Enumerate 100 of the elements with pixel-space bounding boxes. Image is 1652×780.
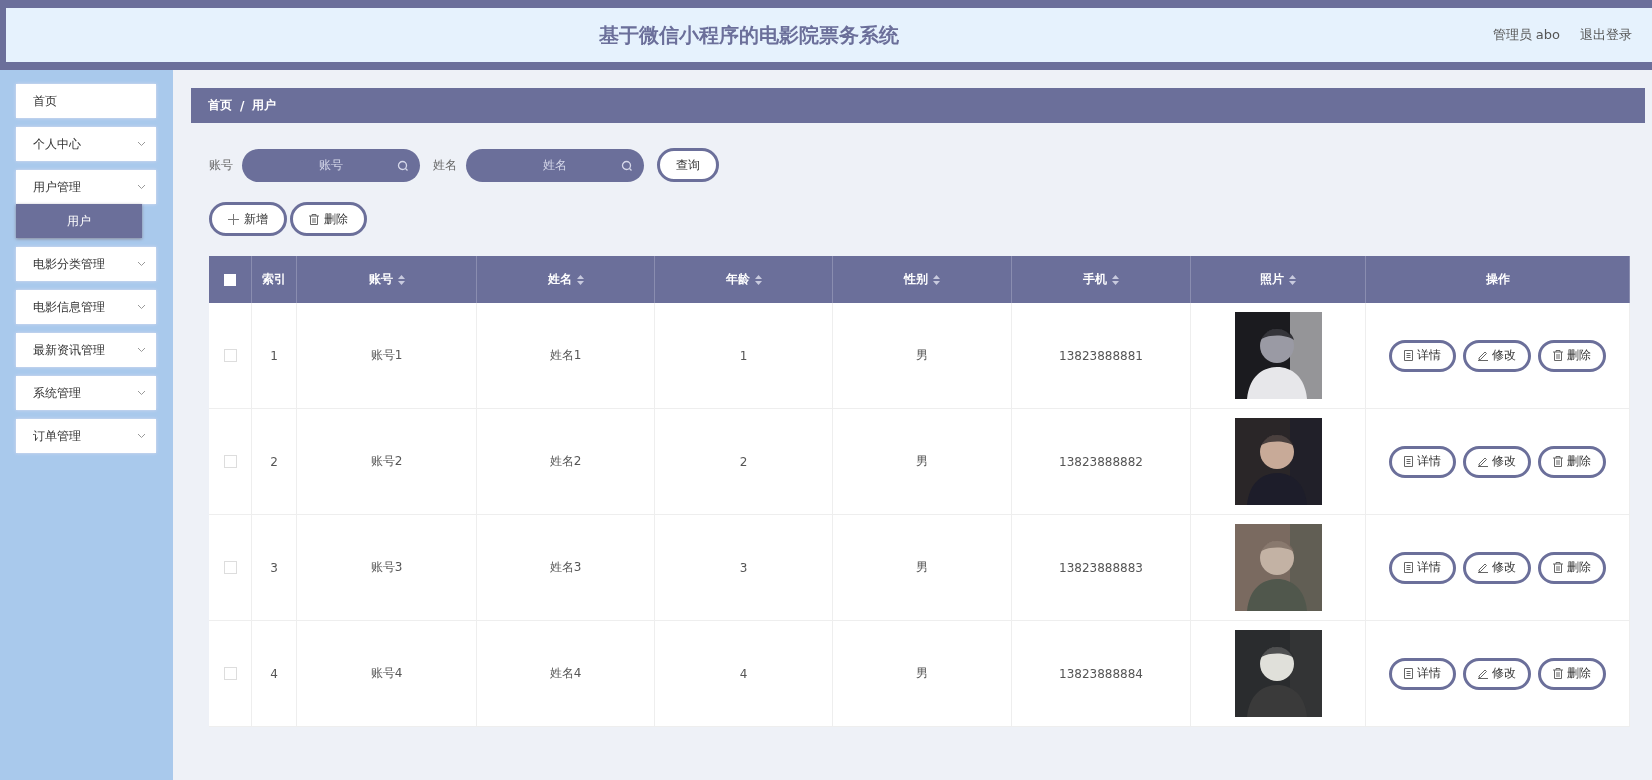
table-cell: 13823888884 [1012,621,1191,727]
select-all-checkbox[interactable] [224,273,236,286]
table-cell: 2 [252,409,297,515]
document-icon [1404,350,1413,361]
detail-button[interactable]: 详情 [1389,551,1456,584]
add-button[interactable]: 新增 [209,202,287,236]
trash-icon [1553,668,1563,679]
field-label: 账号 [209,156,233,174]
table-cell: 男 [833,515,1012,621]
table-cell: 1 [655,303,833,409]
sort-icon[interactable] [1289,274,1296,285]
sort-icon[interactable] [754,274,762,285]
sort-icon[interactable] [576,274,584,285]
column-header[interactable]: 照片 [1191,256,1366,303]
chevron-down-icon [137,184,146,190]
table-cell: 姓名3 [477,515,655,621]
table-cell: 男 [833,621,1012,727]
menu-item[interactable]: 个人中心 [16,127,156,161]
table-cell: 男 [833,409,1012,515]
column-header[interactable]: 年龄 [655,256,833,303]
table-cell: 2 [655,409,833,515]
breadcrumb-separator: / [240,98,245,113]
row-checkbox[interactable] [223,561,237,574]
sort-icon[interactable] [1112,274,1119,285]
app-title: 基于微信小程序的电影院票务系统 [598,21,901,49]
chevron-down-icon [137,261,146,267]
pencil-icon [1478,350,1488,361]
pencil-icon [1478,562,1488,573]
chevron-down-icon [137,390,146,396]
document-icon [1404,562,1413,573]
delete-button[interactable]: 删除 [290,202,367,236]
search-icon [397,159,409,172]
trash-icon [1553,350,1563,361]
field-label: 姓名 [433,156,457,174]
document-icon [1404,668,1413,679]
edit-button[interactable]: 修改 [1463,657,1531,690]
table-cell: 4 [655,621,833,727]
chevron-down-icon [137,433,146,439]
trash-icon [1553,562,1563,573]
delete-button[interactable]: 删除 [1538,657,1606,690]
menu-item[interactable]: 首页 [16,84,156,118]
table-cell: 账号3 [297,515,477,621]
menu-item[interactable]: 电影信息管理 [16,290,156,324]
chevron-down-icon [137,141,146,147]
logout-link[interactable]: 退出登录 [1580,26,1632,44]
sort-icon[interactable] [933,274,940,285]
table-cell: 4 [252,621,297,727]
table-cell: 1 [252,303,297,409]
submenu-item[interactable]: 用户 [16,204,142,238]
chevron-down-icon [137,347,146,353]
menu-item[interactable]: 用户管理 [16,170,156,204]
plus-icon [228,213,239,225]
row-checkbox[interactable] [223,667,237,680]
document-icon [1404,456,1413,467]
table-cell: 3 [252,515,297,621]
breadcrumb-link[interactable]: 首页 [208,97,232,114]
column-header[interactable]: 性别 [833,256,1012,303]
column-header[interactable]: 账号 [297,256,477,303]
detail-button[interactable]: 详情 [1389,339,1456,372]
breadcrumb-link[interactable]: 用户 [252,97,277,114]
menu-item[interactable]: 订单管理 [16,419,156,453]
detail-button[interactable]: 详情 [1389,445,1456,478]
table-cell: 13823888881 [1012,303,1191,409]
row-checkbox[interactable] [223,455,237,468]
pencil-icon [1478,668,1488,679]
pencil-icon [1478,456,1488,467]
delete-button[interactable]: 删除 [1538,339,1606,372]
trash-icon [1553,456,1563,467]
column-header[interactable]: 姓名 [477,256,655,303]
edit-button[interactable]: 修改 [1463,445,1531,478]
table-cell: 账号1 [297,303,477,409]
trash-icon [309,213,319,225]
delete-button[interactable]: 删除 [1538,551,1606,584]
edit-button[interactable]: 修改 [1463,551,1531,584]
edit-button[interactable]: 修改 [1463,339,1531,372]
table-cell: 3 [655,515,833,621]
table-cell: 账号2 [297,409,477,515]
row-checkbox[interactable] [223,349,237,362]
column-header[interactable]: 操作 [1366,256,1630,303]
menu-item[interactable]: 最新资讯管理 [16,333,156,367]
column-header[interactable]: 索引 [252,256,297,303]
chevron-down-icon [137,304,146,310]
table-cell: 13823888882 [1012,409,1191,515]
delete-button[interactable]: 删除 [1538,445,1606,478]
table-cell: 姓名4 [477,621,655,727]
detail-button[interactable]: 详情 [1389,657,1456,690]
table-cell: 男 [833,303,1012,409]
sort-icon[interactable] [397,274,405,285]
search-field[interactable]: 账号 [242,148,420,182]
table-cell: 姓名1 [477,303,655,409]
table-cell: 姓名2 [477,409,655,515]
menu-item[interactable]: 系统管理 [16,376,156,410]
table-cell: 账号4 [297,621,477,727]
menu-item[interactable]: 电影分类管理 [16,247,156,281]
query-button[interactable]: 查询 [657,148,719,182]
table-cell: 13823888883 [1012,515,1191,621]
search-icon [621,159,633,172]
column-header[interactable]: 手机 [1012,256,1191,303]
search-field[interactable]: 姓名 [466,148,644,182]
admin-username: 管理员 abo [1492,26,1560,44]
